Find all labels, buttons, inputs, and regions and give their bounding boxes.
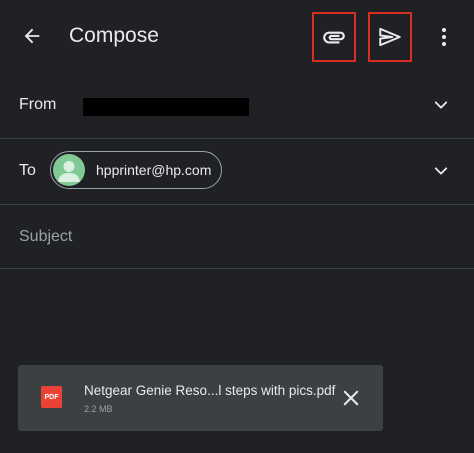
attachment-size: 2.2 MB: [84, 404, 113, 414]
more-options-button[interactable]: [430, 20, 458, 54]
to-label: To: [19, 162, 36, 179]
from-account-redacted[interactable]: [83, 98, 249, 116]
from-expand-button[interactable]: [432, 96, 450, 114]
attachment-name: Netgear Genie Reso...l steps with pics.p…: [84, 383, 336, 398]
top-app-bar: Compose: [0, 0, 474, 72]
compose-screen: Compose From To hpprinter@hp.com Subject…: [0, 0, 474, 453]
recipient-chip[interactable]: hpprinter@hp.com: [50, 151, 222, 189]
from-row: From: [0, 72, 474, 139]
subject-input[interactable]: [17, 224, 441, 250]
recipient-email: hpprinter@hp.com: [96, 162, 212, 178]
person-icon: [58, 161, 80, 182]
attach-button[interactable]: [312, 12, 356, 62]
pdf-icon: PDF: [41, 386, 62, 408]
send-button[interactable]: [368, 12, 412, 62]
remove-attachment-button[interactable]: [339, 386, 363, 410]
chevron-down-icon: [434, 101, 448, 109]
more-vert-icon-dot: [442, 42, 446, 46]
arrow-back-icon: [24, 28, 40, 44]
page-title: Compose: [69, 24, 159, 47]
subject-row: [0, 204, 474, 269]
send-icon: [379, 27, 401, 47]
close-icon: [343, 390, 359, 406]
chevron-down-icon: [434, 167, 448, 175]
from-label: From: [19, 96, 57, 113]
pdf-icon-label: PDF: [44, 393, 59, 401]
avatar: [53, 154, 85, 186]
more-vert-icon-dot: [442, 35, 446, 39]
more-vert-icon: [442, 28, 446, 32]
to-expand-button[interactable]: [432, 162, 450, 180]
to-row: To hpprinter@hp.com: [0, 138, 474, 205]
paperclip-icon: [323, 31, 345, 44]
attachment-card[interactable]: PDF Netgear Genie Reso...l steps with pi…: [18, 365, 383, 431]
back-button[interactable]: [14, 18, 50, 54]
